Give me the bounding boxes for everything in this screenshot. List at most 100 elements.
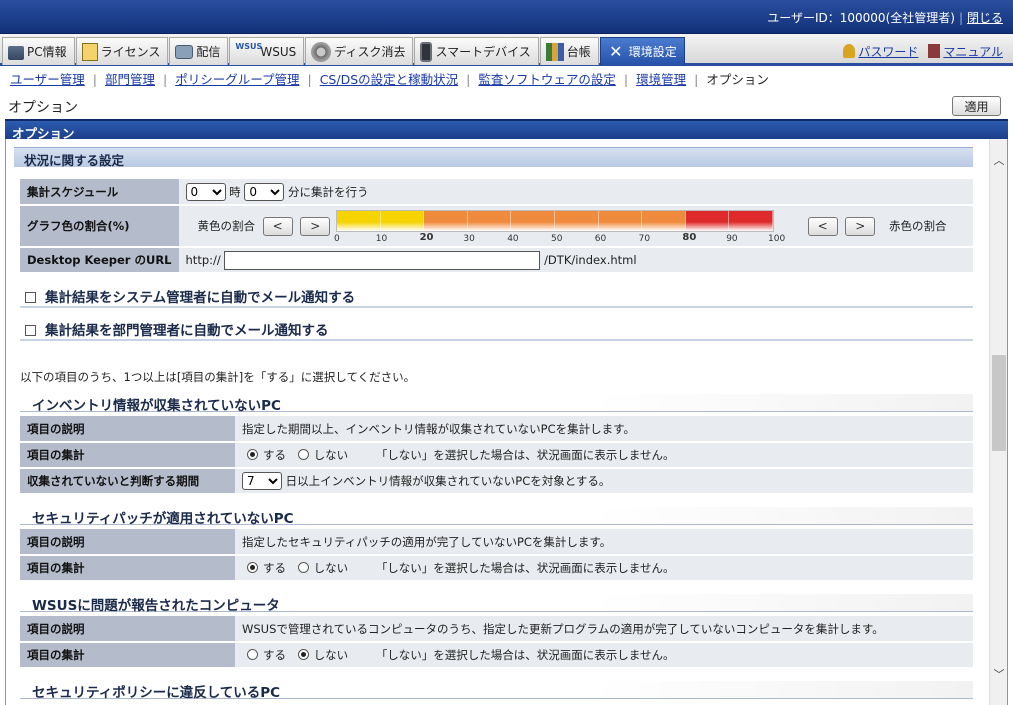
user-id-label: ユーザーID：100000(全社管理者)	[767, 11, 955, 25]
subnav-cs-ds-settings[interactable]: CS/DSの設定と稼動状況	[320, 72, 458, 87]
mail-dept-admin-checkbox[interactable]	[25, 325, 36, 336]
tab-wsus[interactable]: WSUS WSUS	[229, 37, 305, 65]
item-wsus-table: 項目の説明 WSUSで管理されているコンピュータのうち、指定した更新プログラムの適…	[20, 616, 973, 669]
color-ratio-bar	[336, 210, 774, 232]
subnav-policy-group-management[interactable]: ポリシーグループ管理	[175, 72, 299, 87]
tab-distribution[interactable]: 配信	[169, 37, 229, 65]
pc-icon	[8, 45, 24, 60]
aggregate-no-label: しない	[313, 448, 349, 462]
vertical-scrollbar[interactable]: ︿ ﹀	[989, 139, 1007, 705]
color-ratio-tick: 60	[594, 234, 607, 244]
scroll-down-icon[interactable]: ﹀	[993, 669, 1005, 681]
subnav-department-management[interactable]: 部門管理	[105, 72, 155, 87]
yellow-decrease-button[interactable]: <	[262, 216, 293, 236]
scroll-thumb[interactable]	[992, 355, 1006, 451]
red-ratio-label: 赤色の割合	[888, 218, 947, 233]
color-ratio-segment	[380, 211, 425, 231]
color-ratio-tick: 10	[375, 234, 388, 244]
book-icon	[928, 44, 941, 58]
password-link[interactable]: パスワード	[858, 45, 918, 59]
tab-label: WSUS	[260, 44, 297, 59]
subnav-options: オプション	[706, 72, 769, 87]
yellow-increase-button[interactable]: >	[300, 216, 331, 236]
item-security-patch-table: 項目の説明 指定したセキュリティパッチの適用が完了していないPCを集計します。 項…	[20, 529, 973, 582]
tab-label: 台帳	[566, 45, 591, 59]
mail-dept-admin-option[interactable]: 集計結果を部門管理者に自動でメール通知する	[20, 319, 973, 341]
aggregate-yes-radio[interactable]	[247, 649, 258, 660]
subnav-environment-management[interactable]: 環境管理	[636, 72, 686, 87]
tab-list: PC情報 ライセンス 配信 WSUS WSUS ディスク消去 スマートデバイス 台…	[2, 37, 686, 65]
wsus-icon: WSUS	[235, 41, 263, 51]
manual-link[interactable]: マニュアル	[943, 45, 1003, 59]
disk-icon	[311, 41, 332, 62]
ledger-icon	[545, 42, 564, 61]
aggregate-yes-option[interactable]: する	[247, 561, 286, 575]
aggregate-no-option[interactable]: しない	[297, 448, 349, 462]
password-link-wrap[interactable]: パスワード	[843, 43, 918, 60]
mail-system-admin-option[interactable]: 集計結果をシステム管理者に自動でメール通知する	[20, 286, 973, 308]
apply-button[interactable]: 適用	[952, 96, 1001, 116]
aggregate-no-option[interactable]: しない	[297, 648, 348, 662]
aggregate-no-radio[interactable]	[297, 449, 309, 460]
color-ratio-tick: 20	[419, 232, 434, 243]
aggregate-yes-radio[interactable]	[247, 449, 258, 460]
item-security-policy-header: セキュリティポリシーに違反しているPC	[20, 681, 973, 701]
color-ratio-segment	[511, 211, 555, 231]
aggregate-cell: する しない 「しない」を選択した場合は、状況画面に表示しません。	[235, 642, 973, 669]
tab-license[interactable]: ライセンス	[75, 37, 169, 65]
aggregate-cell: する しない 「しない」を選択した場合は、状況画面に表示しません。	[235, 442, 973, 469]
aggregate-hint: 「しない」を選択した場合は、状況画面に表示しません。	[375, 448, 675, 462]
top-header: ユーザーID：100000(全社管理者) | 閉じる	[0, 0, 1013, 34]
url-label: Desktop Keeper のURL	[20, 247, 179, 274]
options-content: 状況に関する設定 集計スケジュール 0 時 0 分に集計を行う グラフ色の割合(…	[6, 139, 989, 705]
key-icon	[843, 44, 856, 58]
url-cell: http:// /DTK/index.html	[178, 247, 973, 274]
item-inventory-header: インベントリ情報が収集されていないPC	[20, 394, 973, 414]
tab-label: スマートデバイス	[435, 45, 531, 59]
tab-ledger[interactable]: 台帳	[539, 37, 599, 65]
aggregate-yes-option[interactable]: する	[247, 448, 286, 462]
color-ratio-tick: 80	[682, 232, 697, 243]
color-ratio-segment	[598, 211, 643, 231]
color-ratio-ticks: 0 10 20 30 40 50 60 70 80 90 100	[332, 232, 792, 246]
aggregate-no-radio[interactable]	[297, 562, 309, 573]
manual-link-wrap[interactable]: マニュアル	[928, 43, 1003, 60]
item-inventory-table: 項目の説明 指定した期間以上、インベントリ情報が収集されていないPCを集計します。…	[20, 416, 973, 495]
aggregate-yes-radio[interactable]	[247, 562, 258, 573]
sub-nav: ユーザー管理 | 部門管理 | ポリシーグループ管理 | CS/DSの設定と稼動状況 | 監査ソ…	[10, 72, 769, 87]
close-link[interactable]: 閉じる	[967, 11, 1003, 25]
hour-select[interactable]: 0	[185, 182, 226, 201]
page-title: オプション	[8, 100, 78, 116]
subnav-audit-software[interactable]: 監査ソフトウェアの設定	[478, 72, 616, 87]
scroll-up-icon[interactable]: ︿	[993, 155, 1005, 167]
distribution-icon	[175, 44, 194, 59]
url-prefix: http://	[185, 252, 221, 267]
subnav-user-management[interactable]: ユーザー管理	[10, 72, 85, 87]
aggregate-label: 項目の集計	[20, 555, 235, 582]
aggregate-no-label: しない	[313, 561, 349, 575]
color-ratio-segment	[729, 211, 773, 231]
period-select[interactable]: 7	[242, 472, 282, 490]
mail-system-admin-checkbox[interactable]	[25, 292, 36, 303]
red-increase-button[interactable]: >	[845, 216, 876, 236]
aggregate-no-option[interactable]: しない	[297, 561, 349, 575]
period-suffix: 日以上インベントリ情報が収集されていないPCを対象とする。	[285, 474, 611, 488]
tab-label: 環境設定	[628, 45, 677, 59]
color-ratio-segment	[642, 211, 686, 231]
aggregate-no-radio[interactable]	[297, 649, 309, 660]
tab-environment-settings[interactable]: ✕ 環境設定	[599, 37, 685, 65]
dtk-url-input[interactable]	[224, 250, 541, 270]
tab-pc-info[interactable]: PC情報	[2, 37, 75, 65]
color-ratio-segment	[685, 211, 730, 231]
tab-disk-erase[interactable]: ディスク消去	[305, 37, 414, 65]
status-settings-header: 状況に関する設定	[14, 147, 973, 168]
tools-icon: ✕	[609, 41, 623, 61]
red-decrease-button[interactable]: <	[807, 216, 838, 236]
minute-select[interactable]: 0	[244, 182, 285, 201]
aggregate-yes-option[interactable]: する	[247, 648, 286, 662]
hour-unit: 時	[229, 184, 241, 199]
mail-dept-admin-label: 集計結果を部門管理者に自動でメール通知する	[45, 323, 329, 339]
color-ratio-tick: 0	[334, 234, 340, 244]
tab-smart-device[interactable]: スマートデバイス	[414, 37, 539, 65]
url-suffix: /DTK/index.html	[544, 252, 637, 267]
